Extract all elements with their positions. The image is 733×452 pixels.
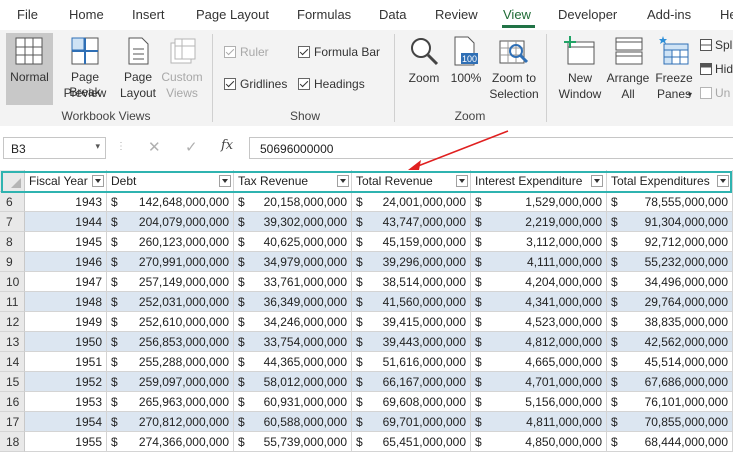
annotation-arrow-icon	[408, 130, 509, 170]
